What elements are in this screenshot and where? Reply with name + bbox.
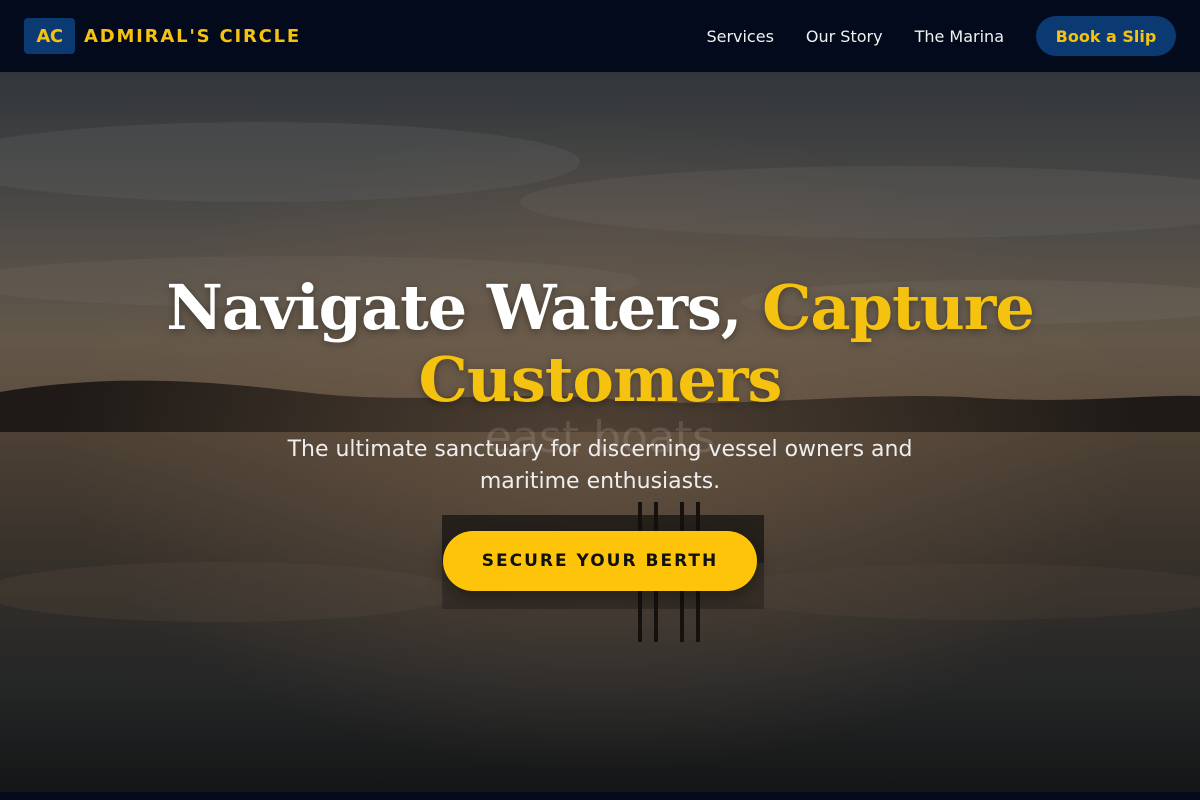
hero-section: east boats Navigate Waters, Capture Cust… [0, 72, 1200, 792]
ac-logo-icon[interactable]: AC [24, 18, 75, 54]
main-nav: Services Our Story The Marina Book a Sli… [706, 16, 1176, 56]
hero-headline: Navigate Waters, Capture Customers [100, 272, 1100, 416]
headline-white-text: Navigate Waters, [166, 271, 763, 344]
nav-link-services[interactable]: Services [706, 27, 773, 46]
hero-dark-overlay [0, 72, 1200, 792]
secure-your-berth-button[interactable]: SECURE YOUR BERTH [443, 531, 757, 591]
book-a-slip-button[interactable]: Book a Slip [1036, 16, 1176, 56]
nav-link-the-marina[interactable]: The Marina [915, 27, 1004, 46]
bottom-strip [0, 792, 1200, 800]
nav-link-our-story[interactable]: Our Story [806, 27, 883, 46]
site-header: AC ADMIRAL'S CIRCLE Services Our Story T… [0, 0, 1200, 72]
brand-name[interactable]: ADMIRAL'S CIRCLE [84, 26, 301, 47]
hero-subheadline: The ultimate sanctuary for discerning ve… [287, 437, 913, 494]
brand[interactable]: AC ADMIRAL'S CIRCLE [24, 18, 301, 54]
